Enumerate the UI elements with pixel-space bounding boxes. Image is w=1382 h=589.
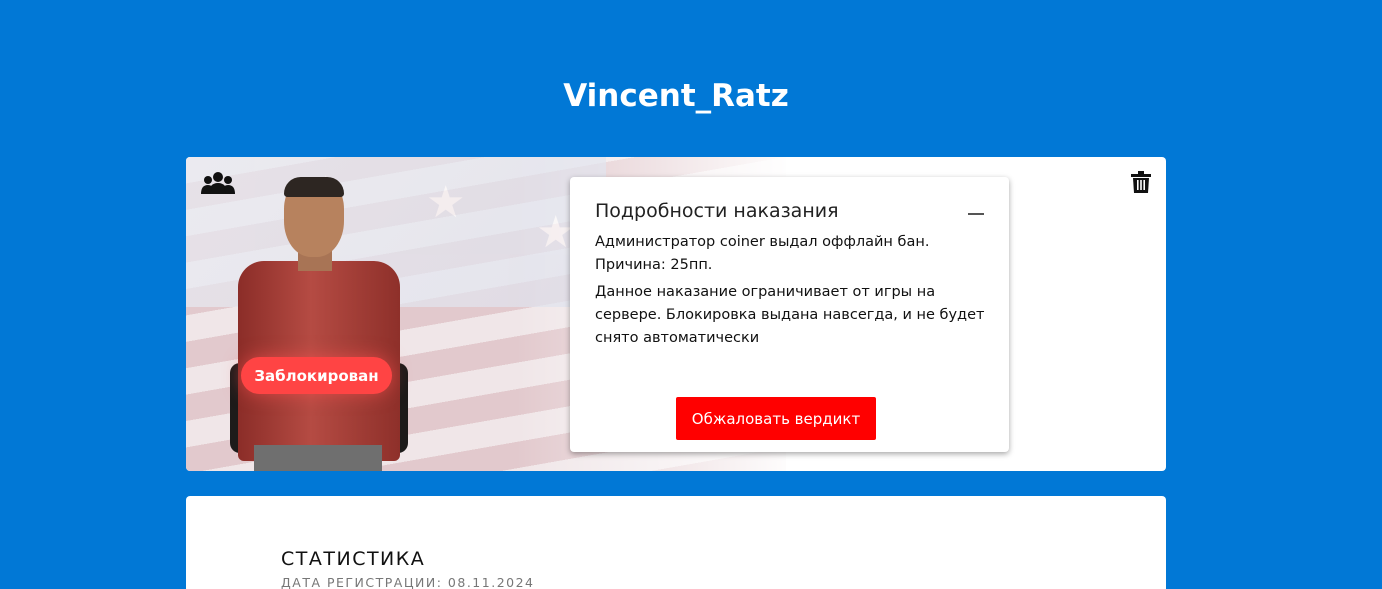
punishment-description: Данное наказание ограничивает от игры на… [595,284,985,346]
punishment-details-title: Подробности наказания [595,200,839,222]
registration-date: ДАТА РЕГИСТРАЦИИ: 08.11.2024 [281,575,535,589]
punishment-admin-line: Администратор coiner выдал оффлайн бан. [595,234,930,250]
stats-card: СТАТИСТИКА ДАТА РЕГИСТРАЦИИ: 08.11.2024 [186,496,1166,589]
character-avatar [226,177,416,471]
appeal-button[interactable]: Обжаловать вердикт [676,397,876,440]
punishment-details-text: Администратор coiner выдал оффлайн бан. … [595,231,995,354]
users-icon[interactable] [201,172,235,194]
punishment-reason-line: Причина: 25пп. [595,257,713,273]
page-title: Vincent_Ratz [563,78,789,114]
stats-title: СТАТИСТИКА [281,548,426,570]
collapse-icon[interactable] [968,213,984,215]
trash-icon[interactable] [1131,171,1151,193]
status-badge: Заблокирован [241,357,392,394]
punishment-details-panel: Подробности наказания Администратор coin… [570,177,1009,452]
